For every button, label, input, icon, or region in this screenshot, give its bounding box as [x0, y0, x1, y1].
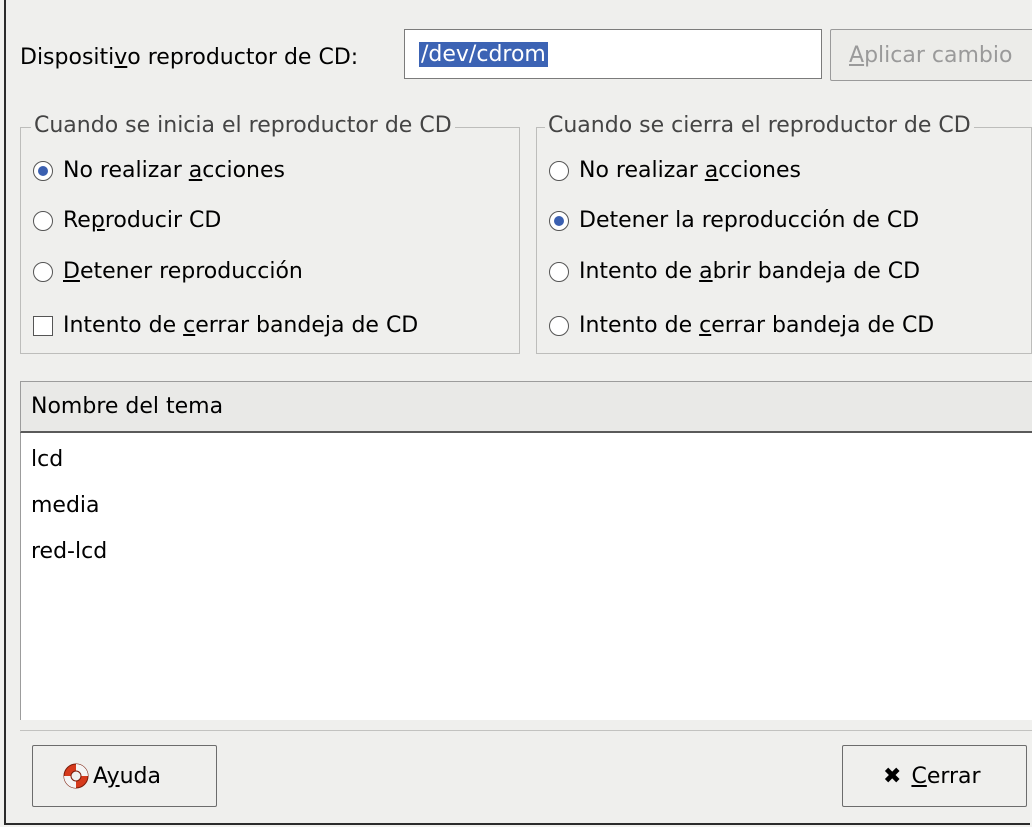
- on-close-group: Cuando se cierra el reproductor de CD No…: [536, 113, 1032, 354]
- start-stop-playback-label: Detener reproducción: [63, 259, 303, 284]
- close-button[interactable]: ✖ Cerrar: [842, 745, 1027, 807]
- start-stop-playback-radio[interactable]: Detener reproducción: [33, 259, 303, 284]
- cd-player-preferences-window: Dispositivo reproductor de CD: /dev/cdro…: [4, 0, 1032, 825]
- close-close-tray-label: Intento de cerrar bandeja de CD: [579, 313, 935, 338]
- start-play-cd-label: Reproducir CD: [63, 208, 222, 233]
- close-stop-playback-radio[interactable]: Detener la reproducción de CD: [549, 208, 919, 233]
- close-button-label: Cerrar: [911, 763, 981, 789]
- on-start-group-title: Cuando se inicia el reproductor de CD: [31, 113, 455, 138]
- close-no-action-label: No realizar acciones: [579, 158, 801, 183]
- button-separator: [20, 730, 1032, 731]
- radio-indicator: [549, 160, 569, 181]
- radio-indicator: [549, 261, 569, 282]
- close-x-icon: ✖: [883, 763, 902, 789]
- radio-indicator: [549, 315, 569, 336]
- device-row: Dispositivo reproductor de CD:: [20, 32, 366, 82]
- checkbox-indicator: [33, 315, 53, 336]
- start-no-action-radio[interactable]: No realizar acciones: [33, 158, 285, 183]
- radio-indicator: [549, 210, 569, 231]
- theme-list[interactable]: lcd media red-lcd: [20, 433, 1032, 720]
- list-item[interactable]: media: [31, 493, 100, 518]
- close-open-tray-radio[interactable]: Intento de abrir bandeja de CD: [549, 259, 920, 284]
- close-open-tray-label: Intento de abrir bandeja de CD: [579, 259, 921, 284]
- list-item[interactable]: lcd: [31, 447, 63, 472]
- theme-name-column-header[interactable]: Nombre del tema: [20, 381, 1032, 433]
- start-play-cd-radio[interactable]: Reproducir CD: [33, 208, 221, 233]
- radio-indicator: [33, 160, 53, 181]
- device-label: Dispositivo reproductor de CD:: [20, 44, 359, 70]
- list-item[interactable]: red-lcd: [31, 539, 107, 564]
- theme-name-header-label: Nombre del tema: [31, 394, 224, 419]
- start-close-tray-checkbox[interactable]: Intento de cerrar bandeja de CD: [33, 313, 418, 338]
- start-no-action-label: No realizar acciones: [63, 158, 285, 183]
- lifebuoy-icon: [63, 763, 89, 789]
- start-close-tray-label: Intento de cerrar bandeja de CD: [63, 313, 419, 338]
- close-stop-playback-label: Detener la reproducción de CD: [579, 208, 920, 233]
- help-button-label: Ayuda: [93, 763, 161, 789]
- close-close-tray-radio[interactable]: Intento de cerrar bandeja de CD: [549, 313, 934, 338]
- help-button[interactable]: Ayuda: [32, 745, 217, 807]
- apply-change-button[interactable]: Aplicar cambio: [830, 29, 1032, 81]
- device-path-input[interactable]: /dev/cdrom: [404, 29, 822, 79]
- on-start-group: Cuando se inicia el reproductor de CD No…: [20, 113, 520, 354]
- on-close-group-title: Cuando se cierra el reproductor de CD: [545, 113, 974, 138]
- radio-indicator: [33, 210, 53, 231]
- device-path-value: /dev/cdrom: [419, 41, 548, 67]
- close-no-action-radio[interactable]: No realizar acciones: [549, 158, 801, 183]
- radio-indicator: [33, 261, 53, 282]
